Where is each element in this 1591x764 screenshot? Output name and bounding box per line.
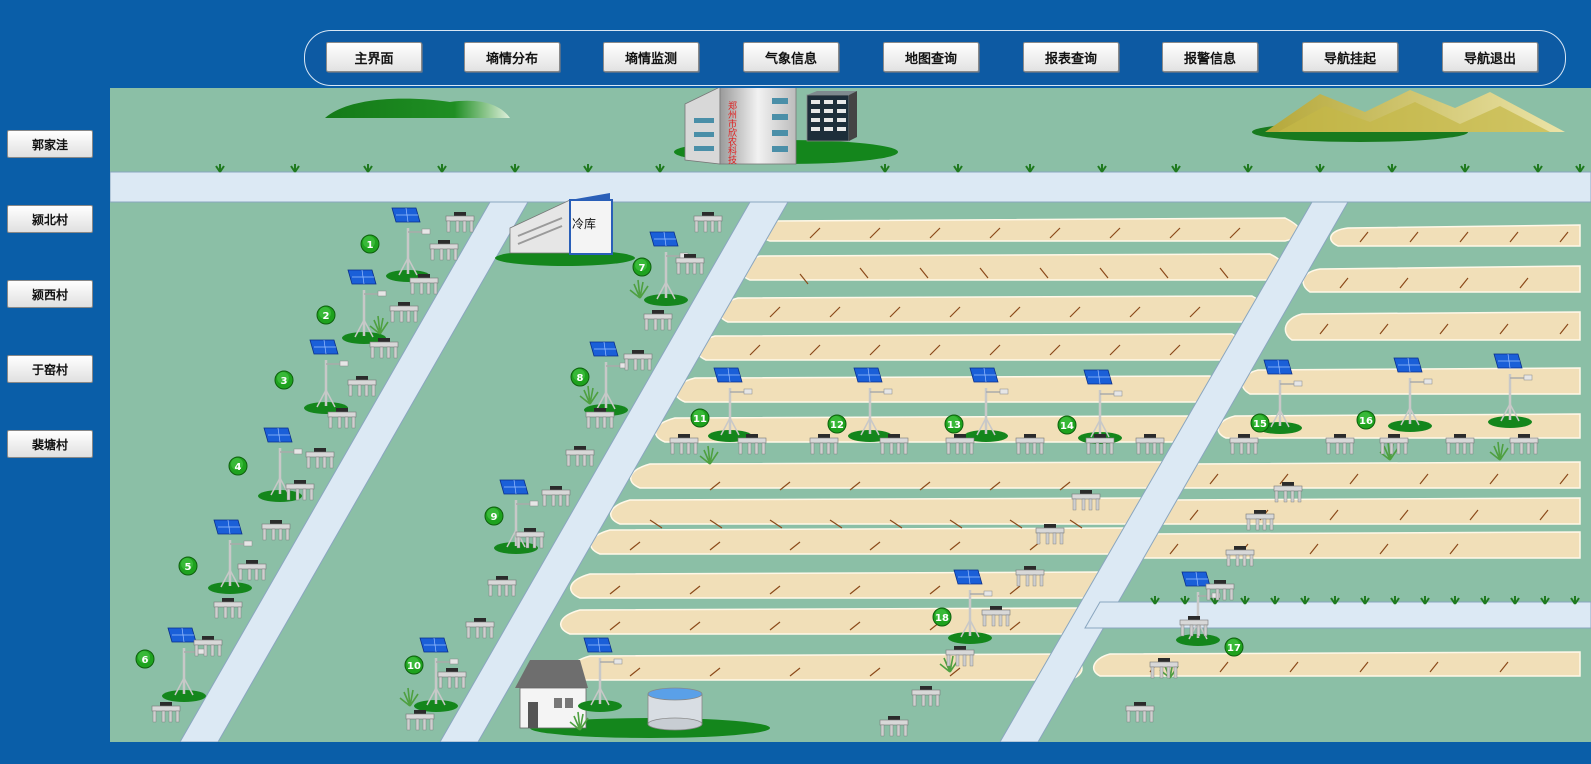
- svg-text:14: 14: [1060, 421, 1074, 432]
- top-bar: 主界面 墒情分布 墒情监测 气象信息 地图查询 报表查询 报警信息 导航挂起 导…: [0, 0, 1591, 88]
- svg-text:1: 1: [367, 240, 374, 251]
- station-marker-4: 4: [228, 456, 248, 476]
- svg-text:10: 10: [407, 661, 421, 672]
- svg-text:11: 11: [693, 414, 707, 425]
- monitoring-app: 主界面 墒情分布 墒情监测 气象信息 地图查询 报表查询 报警信息 导航挂起 导…: [0, 0, 1591, 764]
- station-marker-7: 7: [632, 257, 652, 277]
- nav-report-query-button[interactable]: 报表查询: [1023, 42, 1119, 72]
- svg-text:9: 9: [491, 512, 498, 523]
- svg-text:12: 12: [830, 420, 844, 431]
- station-marker-13: 13: [944, 414, 964, 434]
- nav-suspend-button[interactable]: 导航挂起: [1302, 42, 1398, 72]
- station-marker-10: 10: [404, 655, 424, 675]
- village-button-guojiawa[interactable]: 郭家洼: [7, 130, 93, 158]
- svg-text:2: 2: [323, 311, 330, 322]
- station-marker-12: 12: [827, 414, 847, 434]
- building-sign-text: 郑州市欣农科技: [726, 100, 737, 165]
- nav-exit-button[interactable]: 导航退出: [1442, 42, 1538, 72]
- station-marker-17: 17: [1224, 637, 1244, 657]
- station-marker-18: 18: [932, 607, 952, 627]
- station-marker-1: 1: [360, 234, 380, 254]
- svg-text:18: 18: [935, 613, 949, 624]
- cold-storage-label: 冷库: [572, 216, 596, 231]
- station-marker-2: 2: [316, 305, 336, 325]
- station-marker-5: 5: [178, 556, 198, 576]
- village-button-yingxi[interactable]: 颍西村: [7, 280, 93, 308]
- station-marker-9: 9: [484, 506, 504, 526]
- village-sidebar: 郭家洼 颍北村 颍西村 于窑村 裴塘村: [0, 88, 110, 764]
- svg-text:4: 4: [235, 462, 242, 473]
- bottom-border: [110, 742, 1591, 764]
- svg-text:13: 13: [947, 420, 961, 431]
- nav-map-query-button[interactable]: 地图查询: [883, 42, 979, 72]
- station-marker-11: 11: [690, 408, 710, 428]
- water-tank: [647, 687, 703, 731]
- main-navigation: 主界面 墒情分布 墒情监测 气象信息 地图查询 报表查询 报警信息 导航挂起 导…: [304, 30, 1566, 86]
- station-marker-15: 15: [1250, 413, 1270, 433]
- nav-main-button[interactable]: 主界面: [326, 42, 422, 72]
- horizontal-road: [110, 171, 1591, 203]
- svg-text:5: 5: [185, 562, 192, 573]
- station-marker-6: 6: [135, 649, 155, 669]
- nav-weather-button[interactable]: 气象信息: [743, 42, 839, 72]
- nav-alarm-info-button[interactable]: 报警信息: [1162, 42, 1258, 72]
- svg-text:8: 8: [577, 373, 584, 384]
- village-button-yuyao[interactable]: 于窑村: [7, 355, 93, 383]
- station-marker-3: 3: [274, 370, 294, 390]
- svg-text:3: 3: [281, 376, 288, 387]
- svg-text:6: 6: [142, 655, 149, 666]
- village-button-peitang[interactable]: 裴塘村: [7, 430, 93, 458]
- station-marker-14: 14: [1057, 415, 1077, 435]
- station-marker-16: 16: [1356, 410, 1376, 430]
- svg-text:7: 7: [639, 263, 646, 274]
- svg-text:16: 16: [1359, 416, 1373, 427]
- farm-scene: 郑州市欣农科技 冷库 1 2 3 4 5 6 7 8 9 10 11 12 13…: [110, 88, 1591, 742]
- nav-moisture-distribution-button[interactable]: 墒情分布: [464, 42, 560, 72]
- svg-text:15: 15: [1253, 419, 1267, 430]
- svg-text:17: 17: [1227, 643, 1241, 654]
- nav-moisture-monitoring-button[interactable]: 墒情监测: [603, 42, 699, 72]
- village-button-yingbei[interactable]: 颍北村: [7, 205, 93, 233]
- station-marker-8: 8: [570, 367, 590, 387]
